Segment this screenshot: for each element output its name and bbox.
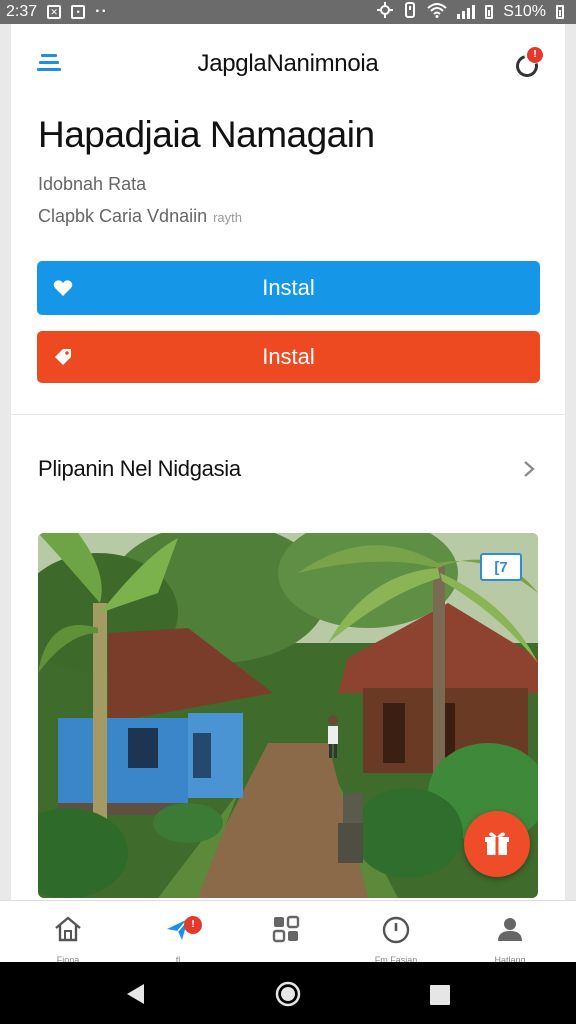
- back-icon[interactable]: [124, 982, 146, 1006]
- notification-box-icon: ✕: [47, 5, 62, 19]
- village-scene-image: [38, 533, 538, 898]
- status-bar: 2:37 ✕ • ·· S10%: [0, 0, 576, 24]
- nav-badge-send: !: [184, 916, 202, 934]
- vibrate-icon: [403, 1, 417, 23]
- chevron-right-icon: [524, 461, 535, 477]
- recents-icon[interactable]: [429, 984, 451, 1006]
- grid-icon: [272, 915, 300, 943]
- nav-item-grid[interactable]: [236, 901, 336, 963]
- gift-icon: [485, 832, 509, 855]
- floating-action-button[interactable]: [464, 811, 530, 877]
- nav-item-send[interactable]: ! fl: [128, 901, 228, 965]
- install-button-secondary[interactable]: Instal: [37, 331, 540, 383]
- bottom-navigation: Fiona ! fl Fm Fasian Hatlang: [0, 900, 576, 965]
- section-divider: [11, 414, 565, 415]
- home-button-icon[interactable]: [275, 981, 301, 1007]
- status-time: 2:37: [6, 3, 38, 20]
- nav-item-home[interactable]: Fiona: [18, 901, 118, 965]
- app-category: Clapbk Caria Vdnaiin rayth: [38, 206, 242, 227]
- system-navigation-bar: [0, 962, 576, 1024]
- install-button-primary[interactable]: Instal: [37, 261, 540, 315]
- app-header: JapglaNanimnoia !: [11, 24, 565, 104]
- section-header-row[interactable]: Plipanin Nel Nidgasia: [11, 444, 565, 494]
- wifi-icon: [427, 2, 447, 23]
- tag-icon: [55, 349, 71, 365]
- section-title: Plipanin Nel Nidgasia: [38, 456, 241, 481]
- install-button-secondary-label: Instal: [262, 344, 315, 369]
- status-right: S10%: [377, 1, 564, 23]
- header-title: JapglaNanimnoia: [197, 50, 379, 77]
- signal-icon: [457, 5, 476, 19]
- app-developer: Idobnah Rata: [38, 174, 147, 194]
- notification-badge: !: [527, 47, 543, 63]
- app-category-text: Clapbk Caria Vdnaiin: [38, 206, 208, 226]
- heart-icon: [53, 280, 73, 296]
- app-detail-card: JapglaNanimnoia ! Hapadjaia Namagain Ido…: [11, 24, 565, 900]
- nav-item-profile[interactable]: Hatlang: [460, 901, 560, 965]
- status-left: 2:37 ✕ • ··: [6, 3, 108, 21]
- notification-box-icon: •: [71, 5, 86, 19]
- battery-icon: [485, 5, 494, 19]
- install-button-primary-label: Instal: [262, 275, 315, 300]
- hero-image[interactable]: [7: [38, 533, 538, 898]
- profile-icon: [498, 918, 522, 941]
- notification-button[interactable]: !: [511, 47, 543, 82]
- location-icon: [377, 1, 394, 23]
- home-icon: [55, 916, 81, 942]
- more-dots-icon: ··: [95, 3, 108, 20]
- app-category-extra: rayth: [213, 210, 242, 225]
- battery-icon: [556, 5, 564, 19]
- battery-percent: S10%: [503, 3, 546, 20]
- nav-item-clock[interactable]: Fm Fasian: [346, 901, 446, 965]
- app-title: Hapadjaia Namagain: [38, 114, 375, 155]
- clock-icon: [382, 916, 410, 944]
- image-badge: [7: [480, 553, 522, 581]
